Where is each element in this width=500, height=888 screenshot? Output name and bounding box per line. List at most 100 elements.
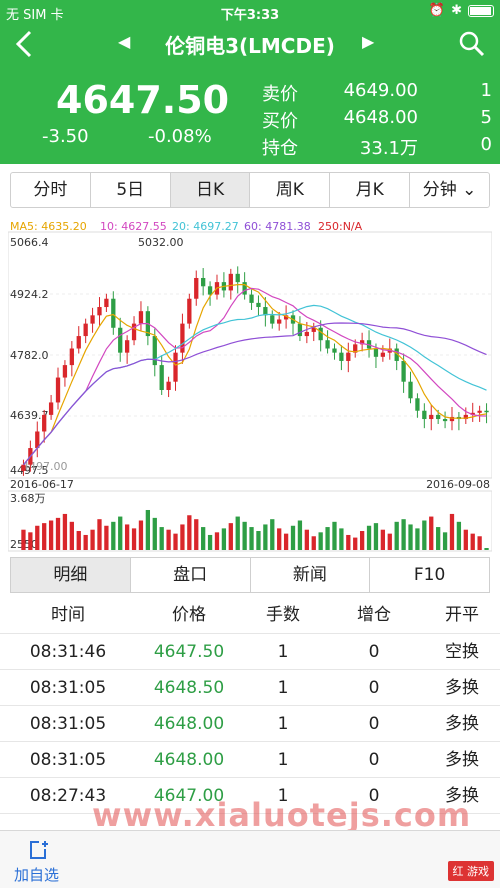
cell-oi-change: 0	[368, 714, 380, 734]
volume-bar	[21, 529, 26, 550]
cell-price: 4648.50	[153, 678, 225, 698]
candle-body	[346, 352, 351, 361]
cell-oi-change: 0	[368, 678, 380, 698]
volume-bar	[235, 516, 240, 550]
date-end: 2016-09-08	[426, 478, 490, 491]
volume-bar	[415, 528, 420, 550]
volume-bar	[62, 513, 68, 550]
tab-news[interactable]: 新闻	[251, 558, 371, 592]
candle-body	[477, 410, 482, 413]
candle-body	[152, 336, 157, 366]
volume-bar	[138, 520, 144, 550]
tab-weekly-k[interactable]: 周K	[250, 173, 331, 207]
volume-bar	[353, 537, 358, 550]
tab-5day[interactable]: 5日	[91, 173, 171, 207]
volume-bar	[277, 528, 282, 550]
volume-bar	[207, 534, 213, 550]
add-favorite-button[interactable]: 加自选	[14, 864, 59, 885]
candle-body	[138, 311, 144, 324]
cell-price: 4647.50	[153, 642, 225, 662]
volume-bar	[442, 532, 448, 550]
cell-oi-change: 0	[368, 642, 380, 662]
volume-bar	[484, 548, 489, 550]
candle-body	[249, 294, 254, 303]
tab-monthly-k[interactable]: 月K	[330, 173, 411, 207]
cell-lots: 1	[277, 750, 289, 770]
candle-body	[235, 273, 240, 283]
candle-body	[21, 464, 26, 471]
volume-bar	[221, 528, 227, 550]
page-title: 伦铜电3(LMCDE)	[165, 34, 335, 58]
tab-orderbook[interactable]: 盘口	[131, 558, 251, 592]
table-row: 08:31:46 4647.50 1 0 空换	[0, 634, 500, 670]
volume-bar	[69, 521, 74, 550]
candle-body	[42, 414, 47, 432]
cell-lots: 1	[277, 642, 289, 662]
volume-bar	[76, 531, 81, 550]
volume-bar	[28, 532, 33, 550]
legend-ma60: 60: 4781.38	[244, 220, 311, 233]
volume-bar	[401, 519, 406, 550]
volume-bar	[249, 527, 254, 550]
volume-bar	[159, 527, 164, 550]
cell-open-close: 多换	[445, 750, 479, 770]
candle-body	[90, 315, 95, 324]
tab-f10[interactable]: F10	[370, 558, 489, 592]
volume-bar	[83, 534, 88, 550]
volume-bar	[228, 523, 233, 550]
last-price: 4647.50	[56, 78, 230, 122]
tab-daily-k[interactable]: 日K	[170, 173, 251, 207]
tab-minute[interactable]: 分钟 ⌄	[410, 173, 489, 207]
candle-body	[415, 398, 420, 411]
ask-qty: 1	[480, 80, 492, 101]
volume-bar	[283, 533, 289, 550]
volume-bar	[263, 524, 268, 550]
price-change-percent: -0.08%	[148, 126, 212, 147]
candle-body	[55, 377, 61, 403]
add-favorite-icon[interactable]	[27, 839, 49, 861]
battery-icon	[468, 4, 494, 17]
header-open-close: 开平	[445, 605, 479, 625]
candle-body	[104, 298, 109, 308]
cell-lots: 1	[277, 678, 289, 698]
volume-bar	[436, 527, 441, 550]
candle-body	[484, 410, 489, 413]
volume-bar	[187, 515, 192, 550]
candle-body	[297, 323, 303, 337]
candle-body	[207, 286, 213, 295]
bid-value: 4648.00	[343, 107, 418, 128]
candle-body	[48, 402, 54, 415]
volume-bar	[242, 521, 247, 550]
candle-body	[339, 352, 344, 361]
volume-bar	[297, 520, 303, 550]
volume-bar	[477, 536, 482, 550]
candlestick-chart[interactable]: MA5: 4635.20 10: 4627.55 20: 4697.27 60:…	[8, 216, 492, 552]
volume-bar	[366, 525, 372, 550]
volume-bar	[429, 516, 434, 550]
candle-body	[318, 327, 323, 341]
candle-body	[442, 419, 448, 422]
search-icon[interactable]	[458, 30, 486, 58]
volume-bar	[359, 531, 365, 550]
candle-body	[373, 348, 379, 357]
tab-intraday[interactable]: 分时	[11, 173, 91, 207]
next-instrument-icon[interactable]: ▶	[362, 32, 374, 51]
legend-ma5: MA5: 4635.20	[10, 220, 87, 233]
cell-time: 08:31:46	[29, 642, 107, 662]
tab-detail[interactable]: 明细	[11, 558, 131, 592]
volume-bar	[48, 520, 54, 550]
volume-bar	[42, 523, 47, 550]
volume-bar	[339, 528, 344, 550]
volume-bar	[270, 519, 275, 550]
cell-open-close: 多换	[445, 714, 479, 734]
detail-tabs: 明细 盘口 新闻 F10	[10, 557, 490, 593]
cell-time: 08:31:05	[29, 750, 107, 770]
volume-bar	[173, 533, 178, 550]
cell-open-close: 多换	[445, 678, 479, 698]
volume-bar	[131, 528, 137, 550]
candle-body	[401, 360, 406, 382]
legend-ma20: 20: 4697.27	[172, 220, 239, 233]
candle-body	[408, 381, 413, 399]
table-row: 08:31:05 4648.00 1 0 多换	[0, 742, 500, 778]
candle-body	[325, 340, 330, 349]
